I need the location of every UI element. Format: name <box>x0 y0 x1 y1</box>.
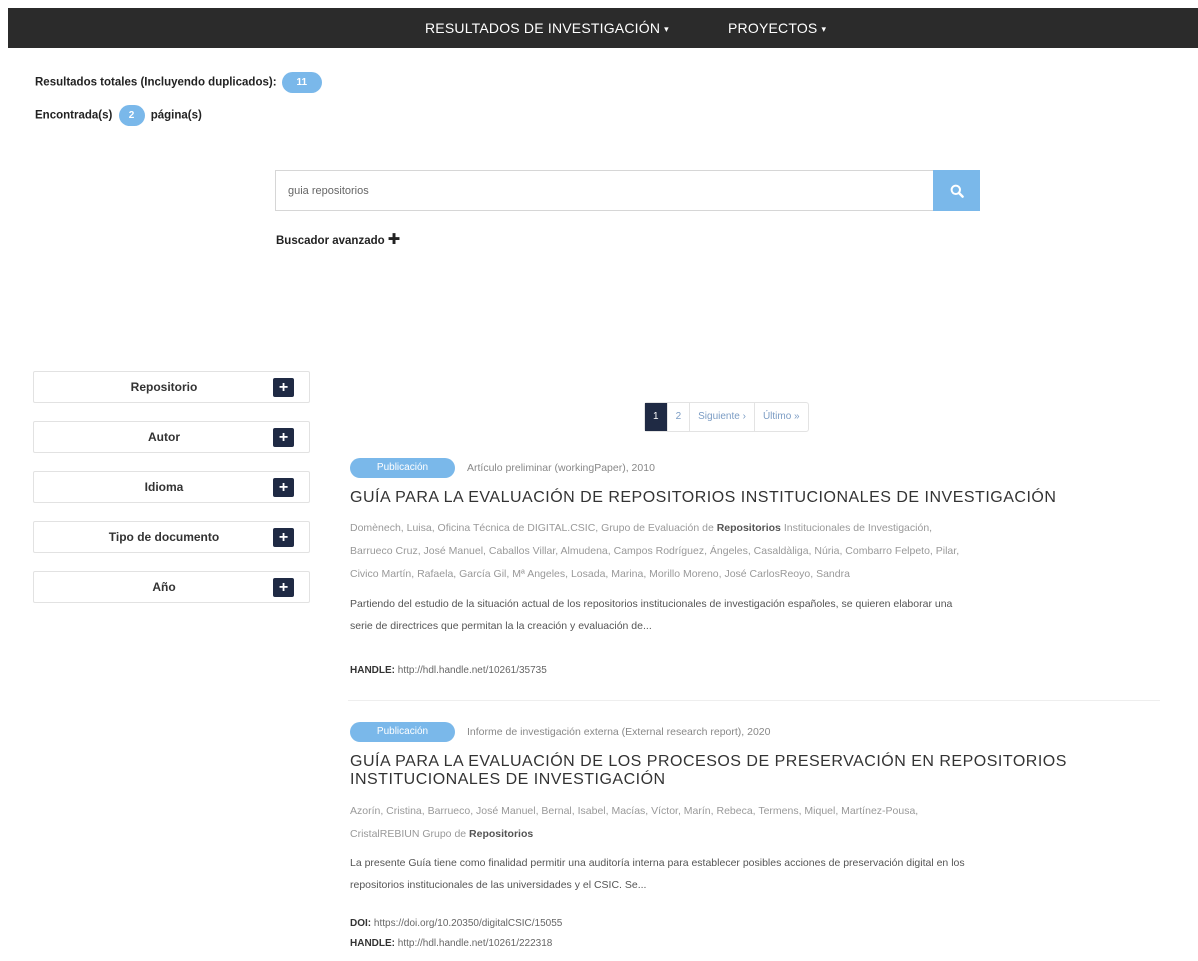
handle-label: HANDLE: <box>350 938 395 949</box>
result-abstract: Partiendo del estudio de la situación ac… <box>350 593 1150 637</box>
pages-found-suffix: página(s) <box>150 109 202 122</box>
abstract-line: La presente Guía tiene como finalidad pe… <box>350 857 965 869</box>
page-1-link[interactable]: 1 <box>645 403 667 431</box>
facet-label: Año <box>152 580 176 594</box>
facet-idioma[interactable]: Idioma + <box>33 471 310 503</box>
authors-line: Barrueco Cruz, José Manuel, Caballos Vil… <box>350 540 1140 563</box>
abstract-line: Partiendo del estudio de la situación ac… <box>350 598 953 610</box>
nav-proyectos-label: PROYECTOS <box>728 20 818 36</box>
next-page-link[interactable]: Siguiente › <box>689 403 754 431</box>
authors-highlight: Repositorios <box>469 828 534 840</box>
total-results-line: Resultados totales (Incluyendo duplicado… <box>35 72 322 93</box>
result-authors: Azorín, Cristina, Barrueco, José Manuel,… <box>350 800 1140 846</box>
result-title-link[interactable]: GUÍA PARA LA EVALUACIÓN DE LOS PROCESOS … <box>350 753 1067 789</box>
handle-link[interactable]: http://hdl.handle.net/10261/222318 <box>398 938 553 949</box>
pages-found-badge: 2 <box>118 105 145 126</box>
authors-text: CristalREBIUN Grupo de <box>350 828 470 840</box>
facet-label: Idioma <box>144 480 184 494</box>
authors-line: Azorín, Cristina, Barrueco, José Manuel,… <box>350 800 1140 823</box>
pages-found-line: Encontrada(s) 2 página(s) <box>35 105 202 126</box>
nav-resultados-label: RESULTADOS DE INVESTIGACIÓN <box>425 20 661 36</box>
total-results-badge: 11 <box>281 72 322 93</box>
caret-down-icon: ▾ <box>821 24 827 34</box>
authors-highlight: Repositorios <box>716 522 781 534</box>
expand-plus-icon[interactable]: + <box>273 428 294 447</box>
doi-label: DOI: <box>350 918 372 929</box>
search-input[interactable] <box>276 171 932 210</box>
last-page-link[interactable]: Último » <box>753 403 808 431</box>
result-title-link[interactable]: GUÍA PARA LA EVALUACIÓN DE REPOSITORIOS … <box>350 489 1056 507</box>
result-title-line: GUÍA PARA LA EVALUACIÓN DE REPOSITORIOS … <box>350 489 1057 506</box>
facet-ano[interactable]: Año + <box>33 571 310 603</box>
handle-label: HANDLE: <box>350 665 395 676</box>
authors-line: Domènech, Luisa, Oficina Técnica de DIGI… <box>350 517 1140 540</box>
nav-resultados-dropdown[interactable]: RESULTADOS DE INVESTIGACIÓN ▾ <box>425 8 669 48</box>
facet-autor[interactable]: Autor + <box>33 421 310 453</box>
handle-line: HANDLE: http://hdl.handle.net/10261/3573… <box>350 665 547 676</box>
plus-icon: ✚ <box>387 231 401 248</box>
facet-tipo-documento[interactable]: Tipo de documento + <box>33 521 310 553</box>
result-type-badge: Publicación <box>350 458 455 478</box>
result-abstract: La presente Guía tiene como finalidad pe… <box>350 852 1150 896</box>
handle-link[interactable]: http://hdl.handle.net/10261/35735 <box>398 665 547 676</box>
expand-plus-icon[interactable]: + <box>273 578 294 597</box>
result-type-badge: Publicación <box>350 722 455 742</box>
abstract-line: serie de directrices que permitan la la … <box>350 620 652 632</box>
authors-text: Institucionales de Investigación, <box>780 522 933 534</box>
facet-label: Repositorio <box>130 380 198 394</box>
result-title-line: GUÍA PARA LA EVALUACIÓN DE LOS PROCESOS … <box>350 753 1067 770</box>
advanced-search-label: Buscador avanzado <box>276 235 385 247</box>
search-icon <box>950 184 964 198</box>
total-results-label: Resultados totales (Incluyendo duplicado… <box>35 76 277 89</box>
result-divider <box>348 700 1160 701</box>
result-title-line: INSTITUCIONALES DE INVESTIGACIÓN <box>350 771 666 788</box>
authors-line: CristalREBIUN Grupo de Repositorios <box>350 823 1140 846</box>
result-doctype: Artículo preliminar (workingPaper), 2010 <box>467 462 655 474</box>
result-authors: Domènech, Luisa, Oficina Técnica de DIGI… <box>350 517 1140 586</box>
authors-text: Barrueco Cruz, José Manuel, Caballos Vil… <box>350 545 960 557</box>
authors-text: Domènech, Luisa, Oficina Técnica de DIGI… <box>350 522 717 534</box>
pagination: 1 2 Siguiente › Último » <box>644 402 809 432</box>
facet-repositorio[interactable]: Repositorio + <box>33 371 310 403</box>
facet-label: Tipo de documento <box>108 530 220 544</box>
search-button[interactable] <box>933 170 980 211</box>
search-bar <box>275 170 980 211</box>
doi-line: DOI: https://doi.org/10.20350/digitalCSI… <box>350 918 562 929</box>
abstract-line: repositorios institucionales de las univ… <box>350 879 647 891</box>
facet-label: Autor <box>148 430 180 444</box>
pages-found-prefix: Encontrada(s) <box>35 109 113 122</box>
caret-down-icon: ▾ <box>664 24 669 34</box>
expand-plus-icon[interactable]: + <box>273 478 294 497</box>
expand-plus-icon[interactable]: + <box>273 378 294 397</box>
result-doctype: Informe de investigación externa (Extern… <box>467 726 771 738</box>
authors-line: Civico Martín, Rafaela, García Gil, Mª A… <box>350 563 1140 586</box>
doi-link[interactable]: https://doi.org/10.20350/digitalCSIC/150… <box>374 918 562 929</box>
handle-line: HANDLE: http://hdl.handle.net/10261/2223… <box>350 938 552 949</box>
top-navbar: RESULTADOS DE INVESTIGACIÓN ▾ PROYECTOS ▾ <box>8 8 1198 48</box>
authors-text: Azorín, Cristina, Barrueco, José Manuel,… <box>350 805 919 817</box>
expand-plus-icon[interactable]: + <box>273 528 294 547</box>
nav-proyectos-dropdown[interactable]: PROYECTOS ▾ <box>728 8 826 48</box>
authors-text: Civico Martín, Rafaela, García Gil, Mª A… <box>350 568 850 580</box>
advanced-search-link[interactable]: Buscador avanzado ✚ <box>276 230 400 248</box>
page-2-link[interactable]: 2 <box>666 403 690 431</box>
